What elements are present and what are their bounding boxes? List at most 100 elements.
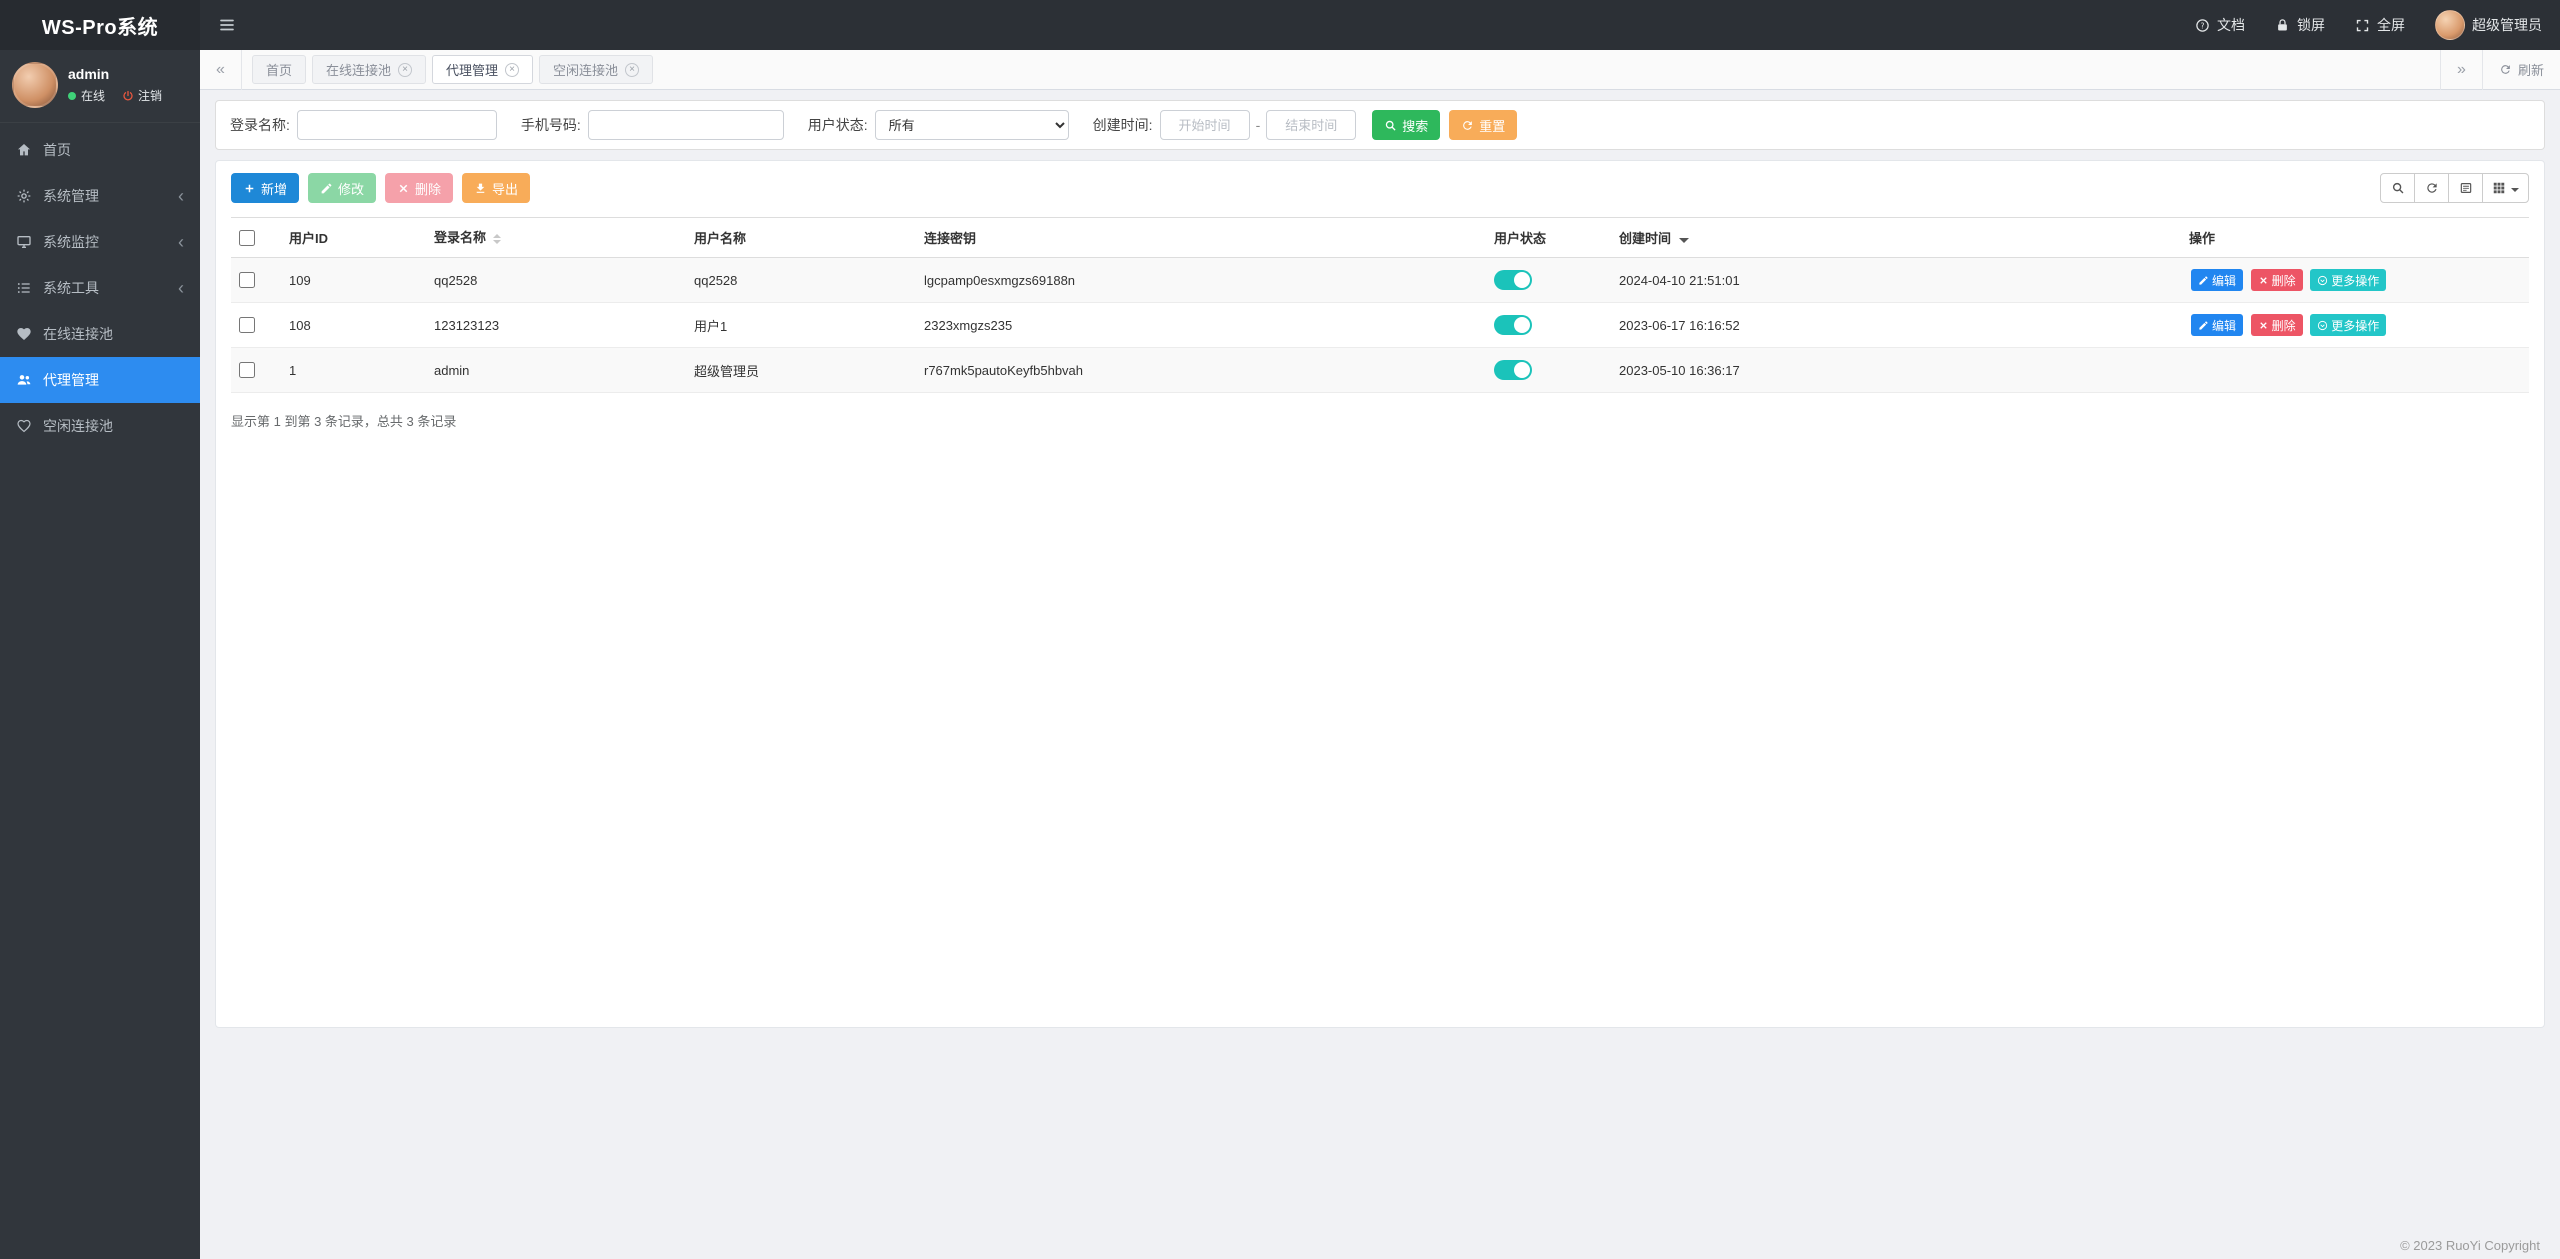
sidebar-item-system-management[interactable]: 系统管理 ‹ [0, 173, 200, 219]
main-area: « 首页 在线连接池 × 代理管理 × 空闲连接池 × » 刷新 登录名称: 手… [200, 49, 2560, 1259]
table-view-toggle-button[interactable] [2448, 173, 2483, 203]
download-icon [474, 182, 487, 195]
tab-label: 在线连接池 [326, 63, 392, 78]
cell-name: 用户1 [686, 302, 916, 348]
created-time-label: 创建时间: [1092, 117, 1153, 133]
x-icon [397, 182, 410, 195]
users-icon [16, 372, 32, 388]
table-options-group [2380, 173, 2529, 203]
column-header-login[interactable]: 登录名称 [426, 217, 686, 258]
login-name-label: 登录名称: [230, 117, 290, 133]
tab-refresh-button[interactable]: 刷新 [2481, 49, 2560, 90]
tab-agent-management[interactable]: 代理管理 × [432, 55, 534, 84]
table-row[interactable]: 108 123123123 用户1 2323xmgzs235 2023-06-1… [231, 302, 2529, 348]
tab-online-pool[interactable]: 在线连接池 × [312, 55, 427, 84]
tabs: 首页 在线连接池 × 代理管理 × 空闲连接池 × [242, 55, 663, 84]
docs-link[interactable]: 文档 [2195, 15, 2245, 35]
fullscreen-link[interactable]: 全屏 [2355, 15, 2405, 35]
status-toggle[interactable] [1494, 270, 1532, 290]
row-delete-button[interactable]: 删除 [2250, 314, 2303, 336]
close-icon[interactable]: × [625, 62, 640, 77]
table-columns-button[interactable] [2482, 173, 2529, 203]
reset-button[interactable]: 重置 [1449, 110, 1518, 140]
table-row[interactable]: 1 admin 超级管理员 r767mk5pautoKeyfb5hbvah 20… [231, 347, 2529, 393]
grid-icon [2492, 181, 2506, 195]
user-status-select[interactable]: 所有 [874, 110, 1069, 140]
cell-name: 超级管理员 [686, 347, 916, 393]
online-label: 在线 [81, 89, 106, 103]
tab-refresh-label: 刷新 [2517, 63, 2544, 78]
list-icon [16, 280, 32, 296]
sidebar-item-agent-management[interactable]: 代理管理 [0, 357, 200, 403]
sidebar-item-label: 在线连接池 [43, 326, 113, 342]
gear-icon [16, 188, 32, 204]
cell-key: lgcpamp0esxmgzs69188n [916, 257, 1486, 303]
tabs-scroll-left-button[interactable]: « [200, 49, 242, 90]
row-more-button[interactable]: 更多操作 [2310, 269, 2387, 291]
logout-link[interactable]: 注销 [122, 87, 162, 104]
sidebar-item-home[interactable]: 首页 [0, 127, 200, 173]
sidebar-item-system-tools[interactable]: 系统工具 ‹ [0, 265, 200, 311]
x-icon [2258, 275, 2269, 286]
data-table: 用户ID 登录名称 用户名称 连接密钥 用户状态 创建时间 操作 109 qq2… [231, 217, 2529, 393]
login-name-input[interactable] [296, 110, 497, 140]
sidebar-toggle-button[interactable] [200, 0, 254, 50]
export-button[interactable]: 导出 [462, 173, 531, 203]
pencil-icon [2198, 320, 2209, 331]
sort-icon[interactable] [493, 230, 502, 248]
end-time-input[interactable] [1266, 110, 1357, 140]
status-toggle[interactable] [1494, 315, 1532, 335]
sidebar-item-label: 系统管理 [43, 188, 99, 204]
user-menu[interactable]: 超级管理员 [2435, 10, 2542, 40]
start-time-input[interactable] [1159, 110, 1250, 140]
phone-input[interactable] [587, 110, 784, 140]
tabs-scroll-right-button[interactable]: » [2439, 49, 2482, 90]
tab-label: 空闲连接池 [553, 63, 619, 78]
app-brand[interactable]: WS-Pro系统 [0, 0, 200, 50]
status-toggle[interactable] [1494, 360, 1532, 380]
sort-desc-icon [1679, 237, 1690, 248]
tab-home[interactable]: 首页 [252, 55, 307, 84]
user-role-label: 超级管理员 [2472, 17, 2542, 33]
sidebar-user-panel: admin 在线 注销 [0, 50, 200, 123]
column-header-created[interactable]: 创建时间 [1611, 217, 2181, 258]
chevron-left-icon: ‹ [178, 232, 184, 252]
user-avatar[interactable] [12, 62, 58, 108]
table-row[interactable]: 109 qq2528 qq2528 lgcpamp0esxmgzs69188n … [231, 257, 2529, 303]
edit-button-label: 修改 [338, 181, 365, 197]
search-icon [1384, 119, 1397, 132]
row-checkbox[interactable] [239, 362, 255, 379]
lock-icon [2275, 18, 2290, 33]
row-more-button[interactable]: 更多操作 [2310, 314, 2387, 336]
toggle-knob [1514, 272, 1530, 288]
sidebar-item-idle-pool[interactable]: 空闲连接池 [0, 403, 200, 449]
edit-button[interactable]: 修改 [308, 173, 377, 203]
sidebar-item-online-pool[interactable]: 在线连接池 [0, 311, 200, 357]
tab-idle-pool[interactable]: 空闲连接池 × [539, 55, 654, 84]
delete-button[interactable]: 删除 [385, 173, 454, 203]
add-button[interactable]: 新增 [231, 173, 300, 203]
cell-user-id: 1 [281, 347, 426, 393]
lock-screen-link[interactable]: 锁屏 [2275, 15, 2325, 35]
pencil-icon [2198, 275, 2209, 286]
logout-label: 注销 [138, 89, 163, 103]
row-checkbox[interactable] [239, 272, 255, 289]
row-delete-button[interactable]: 删除 [2250, 269, 2303, 291]
table-refresh-button[interactable] [2414, 173, 2449, 203]
cell-created: 2023-06-17 16:16:52 [1611, 302, 2181, 348]
search-button[interactable]: 搜索 [1372, 110, 1441, 140]
expand-icon [2355, 18, 2370, 33]
fullscreen-label: 全屏 [2377, 17, 2405, 33]
column-header-status: 用户状态 [1486, 217, 1611, 258]
row-edit-button[interactable]: 编辑 [2191, 269, 2244, 291]
monitor-icon [16, 234, 32, 250]
row-edit-button[interactable]: 编辑 [2191, 314, 2244, 336]
hamburger-icon [218, 16, 236, 34]
close-icon[interactable]: × [398, 62, 413, 77]
table-search-toggle-button[interactable] [2380, 173, 2415, 203]
close-icon[interactable]: × [505, 62, 520, 77]
sidebar-item-system-monitor[interactable]: 系统监控 ‹ [0, 219, 200, 265]
phone-label: 手机号码: [520, 117, 581, 133]
row-checkbox[interactable] [239, 317, 255, 334]
select-all-checkbox[interactable] [239, 229, 255, 246]
